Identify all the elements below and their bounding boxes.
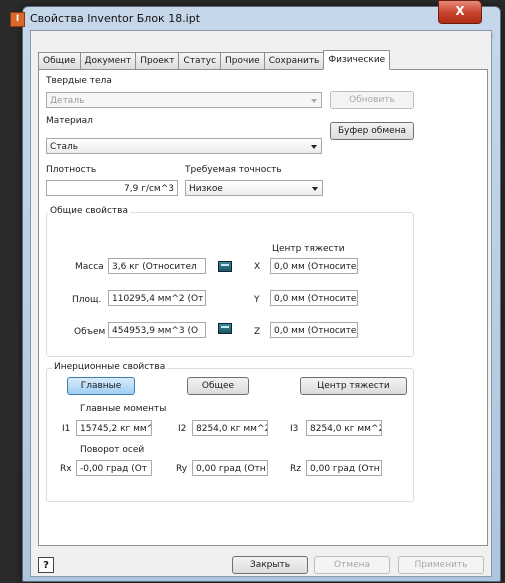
center-of-gravity-label: Центр тяжести bbox=[272, 244, 345, 254]
area-label: Площ. bbox=[72, 295, 102, 305]
ry-label: Ry bbox=[176, 464, 188, 474]
tab-project[interactable]: Проект bbox=[135, 52, 180, 70]
volume-label: Объем bbox=[74, 327, 106, 337]
solids-label: Твердые тела bbox=[46, 76, 112, 86]
cog-x-field: 0,0 мм (Относител bbox=[270, 258, 358, 274]
material-label: Материал bbox=[46, 116, 93, 126]
i2-field: 8254,0 кг мм^2 bbox=[192, 420, 268, 436]
z-label: Z bbox=[254, 327, 261, 337]
window-title: Свойства Inventor Блок 18.ipt bbox=[30, 12, 201, 25]
general-inertia-button[interactable]: Общее bbox=[187, 377, 249, 395]
chevron-down-icon bbox=[312, 187, 318, 191]
help-icon[interactable]: ? bbox=[38, 557, 54, 573]
tab-status[interactable]: Статус bbox=[178, 52, 222, 70]
general-properties-title: Общие свойства bbox=[48, 206, 130, 216]
rz-field: 0,00 град (Отн bbox=[306, 460, 382, 476]
rz-label: Rz bbox=[290, 464, 301, 474]
principal-button[interactable]: Главные bbox=[67, 377, 135, 395]
tab-physical[interactable]: Физические bbox=[323, 50, 391, 70]
tab-general[interactable]: Общие bbox=[38, 52, 81, 70]
accuracy-select[interactable]: Низкое bbox=[185, 180, 323, 196]
material-select-value: Сталь bbox=[50, 142, 79, 152]
i1-label: I1 bbox=[62, 424, 71, 434]
x-label: X bbox=[254, 262, 261, 272]
tab-save[interactable]: Сохранить bbox=[263, 52, 325, 70]
inventor-app-icon: I bbox=[10, 12, 25, 27]
apply-button[interactable]: Применить bbox=[398, 556, 484, 574]
axis-rotation-label: Поворот осей bbox=[80, 445, 145, 455]
chevron-down-icon bbox=[311, 145, 317, 149]
tab-document[interactable]: Документ bbox=[79, 52, 137, 70]
density-field: 7,9 г/см^3 bbox=[46, 180, 178, 196]
material-select[interactable]: Сталь bbox=[46, 138, 322, 154]
calculator-icon[interactable] bbox=[218, 323, 232, 334]
y-label: Y bbox=[254, 295, 260, 305]
solids-select[interactable]: Деталь bbox=[46, 92, 322, 108]
solids-select-value: Деталь bbox=[50, 96, 85, 106]
volume-field: 454953,9 мм^3 (О bbox=[108, 322, 206, 338]
accuracy-label: Требуемая точность bbox=[185, 165, 282, 175]
principal-moments-label: Главные моменты bbox=[80, 404, 167, 414]
rx-field: -0,00 град (От bbox=[76, 460, 152, 476]
mass-field: 3,6 кг (Относител bbox=[108, 258, 206, 274]
tab-strip: Общие Документ Проект Статус Прочие Сохр… bbox=[38, 50, 391, 70]
area-field: 110295,4 мм^2 (От bbox=[108, 290, 206, 306]
cog-z-field: 0,0 мм (Относител bbox=[270, 322, 358, 338]
clipboard-button[interactable]: Буфер обмена bbox=[330, 122, 414, 140]
i3-label: I3 bbox=[290, 424, 299, 434]
mass-label: Масса bbox=[75, 262, 104, 272]
cancel-button[interactable]: Отмена bbox=[314, 556, 390, 574]
cog-inertia-button[interactable]: Центр тяжести bbox=[300, 377, 407, 395]
chevron-down-icon bbox=[311, 99, 317, 103]
rx-label: Rx bbox=[60, 464, 72, 474]
cog-y-field: 0,0 мм (Относител bbox=[270, 290, 358, 306]
i2-label: I2 bbox=[178, 424, 187, 434]
inertia-properties-title: Инерционные свойства bbox=[52, 362, 168, 372]
tab-other[interactable]: Прочие bbox=[220, 52, 265, 70]
accuracy-select-value: Низкое bbox=[189, 184, 223, 194]
update-button[interactable]: Обновить bbox=[330, 91, 414, 109]
close-window-button[interactable]: X bbox=[438, 0, 482, 24]
i1-field: 15745,2 кг мм^ bbox=[76, 420, 152, 436]
density-label: Плотность bbox=[46, 165, 97, 175]
i3-field: 8254,0 кг мм^2 bbox=[306, 420, 382, 436]
ry-field: 0,00 град (Отн bbox=[192, 460, 268, 476]
close-button[interactable]: Закрыть bbox=[232, 556, 308, 574]
calculator-icon[interactable] bbox=[218, 261, 232, 272]
